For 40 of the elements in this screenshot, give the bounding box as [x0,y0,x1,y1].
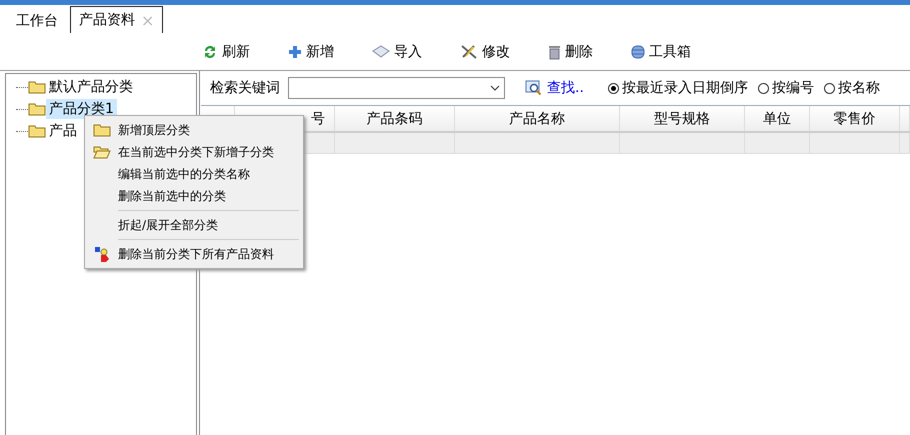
toolbar-button[interactable]: 新增 [284,43,338,61]
diamond-icon [372,45,390,59]
folder-icon [28,124,46,138]
toolbar-button[interactable]: 刷新 [198,43,254,61]
column-header[interactable]: 单位 [763,110,791,128]
folder-icon [92,123,110,137]
tab[interactable]: 产品资料 × [70,6,164,33]
column-header[interactable]: 号 [311,110,325,128]
tree-item[interactable]: 默认产品分类 [46,77,136,97]
shapes-icon [94,246,110,262]
column-header[interactable]: 型号规格 [654,110,710,128]
find-link[interactable]: 查找.. [547,79,584,97]
toolbar-button[interactable]: 删除 [544,43,597,61]
menu-item[interactable]: 在当前选中分类下新增子分类 [85,141,303,163]
toolbar-button[interactable]: 修改 [456,43,514,61]
menu-item[interactable]: 删除当前选中的分类 [85,185,303,207]
refresh-icon [202,44,218,60]
tree-item[interactable]: 产品分类1 [46,99,117,119]
trash-icon [548,44,561,60]
menu-item[interactable]: 新增顶层分类 [85,119,303,141]
menu-item[interactable]: 折起/展开全部分类 [85,214,303,236]
search-icon [525,80,543,96]
sort-radio[interactable]: 按编号 [758,79,814,97]
open-folder-icon [92,145,110,159]
tree-item[interactable]: 产品 [46,121,80,141]
sort-radio[interactable]: 按名称 [824,79,880,97]
toolbar-button[interactable]: 导入 [368,43,426,61]
folder-icon [28,102,46,116]
folder-icon [28,80,46,94]
menu-item[interactable]: 删除当前分类下所有产品资料 [85,243,303,265]
menu-item[interactable]: 编辑当前选中的分类名称 [85,163,303,185]
pencil-icon [460,44,478,60]
search-label: 检索关键词 [210,79,280,97]
column-header[interactable]: 产品名称 [509,110,565,128]
sort-radio[interactable]: 按最近录入日期倒序 [608,79,748,97]
column-header[interactable]: 零售价 [834,110,876,128]
database-icon [631,44,645,60]
plus-icon [288,45,302,59]
column-header[interactable]: 产品条码 [366,110,422,128]
toolbar-button[interactable]: 工具箱 [627,43,695,61]
